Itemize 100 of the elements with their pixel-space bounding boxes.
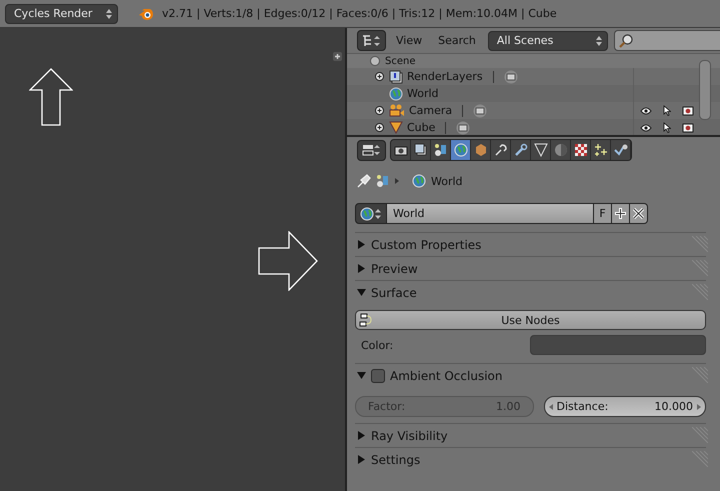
sparkle-icon — [594, 143, 608, 157]
triangle-icon — [534, 143, 548, 157]
disclosure-triangle-icon — [357, 431, 366, 440]
globe-icon — [389, 86, 403, 100]
blender-logo-icon — [138, 6, 154, 20]
eye-icon[interactable] — [640, 124, 652, 132]
layers-tab[interactable] — [411, 140, 431, 160]
color-swatch[interactable] — [530, 335, 706, 355]
outliner-row[interactable]: Cube — [347, 119, 720, 135]
render-tab[interactable] — [391, 140, 411, 160]
unlink-button[interactable] — [630, 203, 648, 224]
disclosure-triangle-icon — [357, 288, 366, 297]
modifiers-tab[interactable] — [511, 140, 531, 160]
globe-icon — [360, 206, 382, 220]
world-name-field[interactable]: World — [387, 203, 594, 224]
tick-icon — [614, 143, 628, 157]
drag-grip-icon[interactable] — [692, 427, 708, 443]
increment-arrow-icon[interactable] — [697, 404, 701, 410]
disclosure-triangle-icon — [357, 455, 366, 464]
outliner-row[interactable]: World — [347, 85, 720, 102]
physics-tab[interactable] — [611, 140, 631, 160]
plus-icon — [615, 208, 626, 219]
properties-icon — [362, 144, 382, 156]
world-browse-button[interactable] — [355, 203, 387, 224]
breadcrumb-arrow-icon — [395, 178, 399, 184]
expand-icon[interactable] — [375, 72, 384, 81]
chain-link-icon — [494, 143, 508, 157]
data-icon[interactable] — [504, 70, 518, 84]
updown-arrow-icon — [106, 8, 112, 18]
number-field[interactable]: Distance: 10.000 — [544, 396, 706, 417]
object-tab[interactable] — [471, 140, 491, 160]
drag-grip-icon[interactable] — [692, 236, 708, 252]
search-icon — [618, 32, 634, 48]
tree-item[interactable]: Cube — [407, 121, 436, 134]
tree-item[interactable]: World — [407, 87, 439, 100]
fake-user-button[interactable]: F — [594, 203, 612, 224]
sphere-icon — [554, 143, 568, 157]
up-arrow-drawing — [29, 68, 73, 126]
layers-icon — [414, 143, 428, 157]
expand-icon[interactable] — [375, 123, 384, 132]
drag-grip-icon[interactable] — [692, 367, 708, 383]
particles-tab[interactable] — [591, 140, 611, 160]
panel-title: Preview — [371, 262, 418, 276]
cube-icon — [474, 143, 488, 157]
camera-icon[interactable] — [682, 105, 694, 116]
camera-icon[interactable] — [682, 122, 694, 133]
tree-item[interactable]: Scene — [385, 56, 416, 66]
panel-title: Ray Visibility — [371, 428, 448, 442]
menu-item[interactable]: View — [390, 34, 428, 47]
tree-item[interactable]: Camera — [409, 104, 452, 117]
disclosure-triangle-icon — [357, 371, 366, 380]
disclosure-triangle-icon — [357, 264, 366, 273]
panel-header[interactable]: Custom Properties — [355, 233, 706, 256]
pin-icon[interactable] — [357, 174, 371, 188]
data-icon[interactable] — [473, 104, 488, 118]
panel-header[interactable]: Preview — [355, 257, 706, 280]
material-tab[interactable] — [551, 140, 571, 160]
camera-icon — [389, 104, 405, 118]
expand-icon[interactable] — [375, 106, 384, 115]
panel-title: Settings — [371, 452, 420, 466]
updown-arrow-icon — [596, 36, 602, 46]
cursor-icon[interactable] — [662, 105, 671, 116]
display-mode-dropdown[interactable]: All Scenes — [488, 30, 608, 50]
panel-header[interactable]: Settings — [355, 448, 706, 471]
panel-header[interactable]: Ambient Occlusion — [355, 364, 706, 387]
panel-header[interactable]: Ray Visibility — [355, 424, 706, 447]
world-tab[interactable] — [451, 140, 471, 160]
scrollbar[interactable] — [699, 60, 711, 120]
render-engine-dropdown[interactable]: Cycles Render — [5, 4, 118, 24]
use-nodes-button[interactable]: Use Nodes — [355, 310, 706, 330]
panel-title: Ambient Occlusion — [390, 368, 502, 382]
checkbox[interactable] — [371, 368, 385, 382]
checker-icon — [574, 143, 588, 157]
triangle-icon — [389, 121, 403, 134]
drag-grip-icon[interactable] — [692, 451, 708, 467]
tree-item[interactable]: RenderLayers — [407, 70, 483, 83]
editor-type-button[interactable] — [357, 30, 386, 51]
panel-title: Surface — [371, 286, 417, 300]
decrement-arrow-icon[interactable] — [548, 404, 552, 410]
constraints-tab[interactable] — [491, 140, 511, 160]
editor-type-button[interactable] — [357, 140, 386, 160]
texture-tab[interactable] — [571, 140, 591, 160]
add-button[interactable] — [612, 203, 630, 224]
nodes-icon — [359, 313, 373, 327]
drag-grip-icon[interactable] — [692, 260, 708, 276]
scene-tab[interactable] — [431, 140, 451, 160]
menu-item[interactable]: Search — [432, 34, 482, 47]
cursor-icon[interactable] — [662, 122, 671, 133]
data-tab[interactable] — [531, 140, 551, 160]
disclosure-triangle-icon — [357, 240, 366, 249]
data-icon[interactable] — [456, 120, 470, 134]
panel-header[interactable]: Surface — [355, 281, 706, 304]
globe-icon — [454, 143, 468, 157]
add-region-icon[interactable] — [333, 52, 342, 61]
right-arrow-drawing — [258, 231, 318, 291]
scene-stats: v2.71 | Verts:1/8 | Edges:0/12 | Faces:0/6 | Tris:12 | Mem:10.04M | Cube — [162, 7, 557, 20]
search-field[interactable] — [614, 30, 720, 51]
drag-grip-icon[interactable] — [692, 284, 708, 300]
globe-icon — [412, 174, 426, 188]
eye-icon[interactable] — [640, 106, 652, 114]
